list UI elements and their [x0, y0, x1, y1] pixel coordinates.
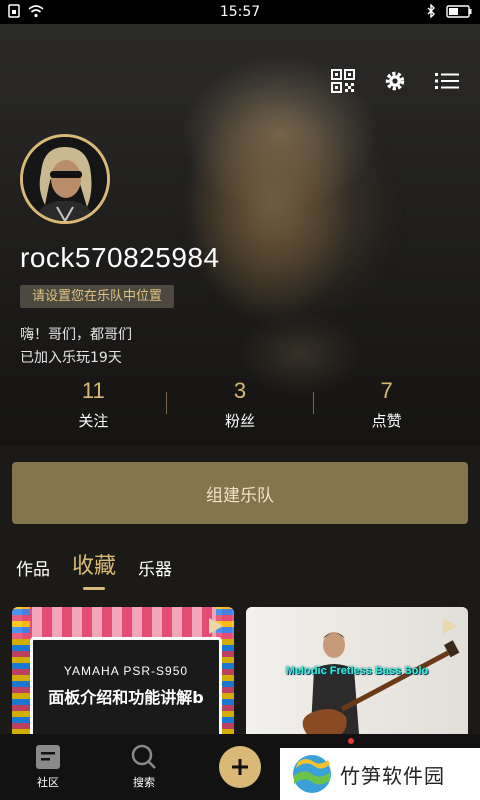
user-bio: 嗨！哥们，都哥们 — [20, 327, 132, 343]
stat-likes[interactable]: 7 点赞 — [313, 378, 460, 434]
status-left — [8, 4, 44, 18]
tab-works[interactable]: 作品 — [16, 555, 50, 590]
notification-dot — [348, 738, 354, 744]
plus-icon — [232, 759, 248, 775]
stat-following[interactable]: 11 关注 — [20, 378, 167, 434]
video-card[interactable]: YAMAHA PSR-S950 面板介绍和功能讲解b — [12, 607, 234, 747]
nav-search[interactable]: 搜索 — [114, 734, 174, 800]
content-tabs: 作品 收藏 乐器 — [16, 548, 172, 590]
watermark-logo — [293, 755, 331, 793]
qr-code-button[interactable] — [330, 68, 356, 94]
stat-fans[interactable]: 3 粉丝 — [167, 378, 314, 434]
settings-button[interactable] — [382, 68, 408, 94]
stat-likes-label: 点赞 — [371, 412, 402, 430]
header-background-image — [190, 94, 390, 334]
video-card[interactable]: Melodic Fretless Bass Solo — [246, 607, 468, 747]
card-title-line1: YAMAHA PSR-S950 — [63, 664, 189, 678]
status-time: 15:57 — [219, 4, 261, 20]
status-right — [426, 4, 472, 18]
search-icon — [131, 744, 156, 769]
sim-icon — [8, 4, 20, 18]
username: rock570825984 — [20, 242, 220, 273]
stat-following-label: 关注 — [78, 412, 109, 430]
nav-search-label: 搜索 — [133, 776, 155, 789]
profile-header: rock570825984 请设置您在乐队中位置 嗨！哥们，都哥们 已加入乐玩1… — [0, 24, 480, 446]
community-icon — [36, 745, 60, 769]
stat-following-count: 11 — [81, 378, 105, 403]
avatar[interactable] — [20, 134, 110, 224]
card-caption: Melodic Fretless Bass Solo — [285, 665, 429, 677]
bluetooth-icon — [427, 4, 435, 18]
bass-guitar-image — [302, 640, 460, 741]
play-icon — [209, 618, 223, 634]
nav-community[interactable]: 社区 — [18, 734, 78, 800]
tab-instruments[interactable]: 乐器 — [138, 555, 172, 590]
form-band-button[interactable]: 组建乐队 — [12, 462, 468, 524]
stats-row: 11 关注 3 粉丝 7 点赞 — [20, 378, 460, 434]
card-title-line2: 面板介绍和功能讲解b — [48, 688, 204, 707]
create-button[interactable] — [219, 746, 261, 788]
watermark-text: 竹笋软件园 — [340, 763, 445, 788]
status-bar: 15:57 — [0, 0, 480, 24]
card-thumbnail-panel: YAMAHA PSR-S950 面板介绍和功能讲解b — [30, 637, 222, 747]
battery-icon — [446, 4, 472, 18]
joined-days: 已加入乐玩19天 — [20, 350, 122, 366]
card-thumbnail-side-left — [12, 607, 30, 747]
set-band-position-tag[interactable]: 请设置您在乐队中位置 — [20, 285, 175, 308]
gear-icon — [385, 71, 405, 91]
list-menu-icon — [435, 73, 459, 89]
card-thumbnail-stripes — [12, 607, 234, 639]
stat-fans-label: 粉丝 — [225, 412, 256, 430]
menu-button[interactable] — [434, 68, 460, 94]
watermark: 竹笋软件园 — [280, 748, 480, 800]
qr-code-icon — [331, 69, 355, 93]
nav-community-label: 社区 — [37, 776, 59, 789]
avatar-image — [23, 137, 107, 221]
header-actions — [330, 68, 460, 94]
stat-fans-count: 3 — [233, 378, 247, 403]
wifi-icon — [28, 4, 44, 17]
tab-favorites[interactable]: 收藏 — [72, 548, 116, 590]
play-icon — [443, 618, 457, 634]
stat-likes-count: 7 — [380, 378, 393, 403]
